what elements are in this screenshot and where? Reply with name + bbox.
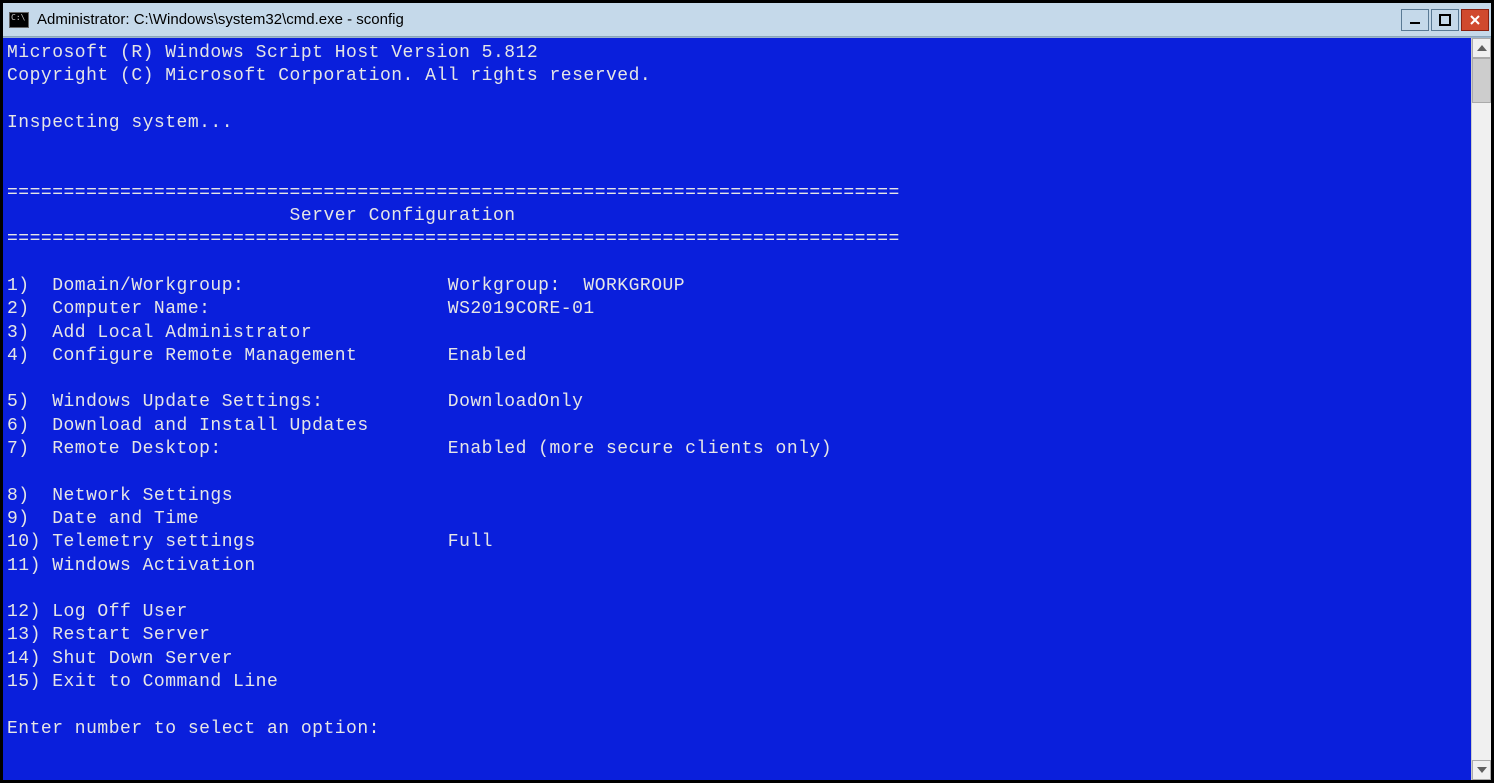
blank-line [7, 252, 1469, 275]
menu-option-11[interactable]: 11) Windows Activation [7, 555, 1469, 578]
blank-line [7, 135, 1469, 158]
input-prompt[interactable]: Enter number to select an option: [7, 718, 1469, 741]
config-title: Server Configuration [7, 205, 1469, 228]
menu-option-10[interactable]: 10) Telemetry settings Full [7, 531, 1469, 554]
scroll-down-button[interactable] [1472, 760, 1491, 780]
terminal-container: Microsoft (R) Windows Script Host Versio… [3, 37, 1491, 780]
vertical-scrollbar[interactable] [1471, 38, 1491, 780]
menu-option-12[interactable]: 12) Log Off User [7, 601, 1469, 624]
menu-option-6[interactable]: 6) Download and Install Updates [7, 415, 1469, 438]
menu-option-14[interactable]: 14) Shut Down Server [7, 648, 1469, 671]
blank-line [7, 461, 1469, 484]
blank-line [7, 694, 1469, 717]
command-prompt-window: Administrator: C:\Windows\system32\cmd.e… [3, 3, 1491, 780]
scrollbar-track[interactable] [1472, 58, 1491, 760]
inspecting-line: Inspecting system... [7, 112, 1469, 135]
divider-line: ========================================… [7, 182, 1469, 205]
close-button[interactable] [1461, 9, 1489, 31]
scrollbar-thumb[interactable] [1472, 58, 1491, 103]
menu-option-4[interactable]: 4) Configure Remote Management Enabled [7, 345, 1469, 368]
menu-option-15[interactable]: 15) Exit to Command Line [7, 671, 1469, 694]
menu-option-5[interactable]: 5) Windows Update Settings: DownloadOnly [7, 391, 1469, 414]
scroll-up-button[interactable] [1472, 38, 1491, 58]
menu-option-7[interactable]: 7) Remote Desktop: Enabled (more secure … [7, 438, 1469, 461]
maximize-button[interactable] [1431, 9, 1459, 31]
menu-option-13[interactable]: 13) Restart Server [7, 624, 1469, 647]
titlebar[interactable]: Administrator: C:\Windows\system32\cmd.e… [3, 3, 1491, 37]
script-host-version: Microsoft (R) Windows Script Host Versio… [7, 42, 1469, 65]
menu-option-8[interactable]: 8) Network Settings [7, 485, 1469, 508]
menu-option-9[interactable]: 9) Date and Time [7, 508, 1469, 531]
menu-option-1[interactable]: 1) Domain/Workgroup: Workgroup: WORKGROU… [7, 275, 1469, 298]
window-controls [1401, 9, 1489, 31]
copyright-line: Copyright (C) Microsoft Corporation. All… [7, 65, 1469, 88]
window-title: Administrator: C:\Windows\system32\cmd.e… [37, 11, 1401, 28]
menu-option-3[interactable]: 3) Add Local Administrator [7, 322, 1469, 345]
menu-option-2[interactable]: 2) Computer Name: WS2019CORE-01 [7, 298, 1469, 321]
blank-line [7, 578, 1469, 601]
cmd-icon [9, 12, 29, 28]
minimize-button[interactable] [1401, 9, 1429, 31]
blank-line [7, 368, 1469, 391]
blank-line [7, 158, 1469, 181]
terminal-output[interactable]: Microsoft (R) Windows Script Host Versio… [3, 38, 1471, 780]
divider-line: ========================================… [7, 228, 1469, 251]
blank-line [7, 89, 1469, 112]
